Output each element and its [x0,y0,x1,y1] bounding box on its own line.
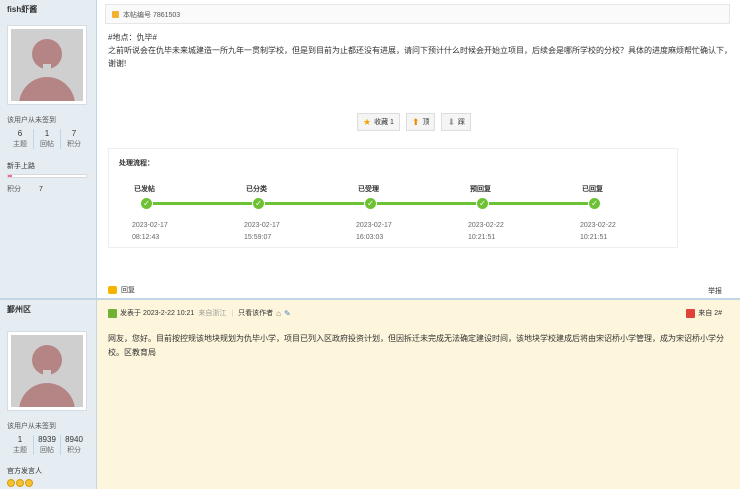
medal-icon[interactable] [16,479,24,487]
reply-button[interactable]: 回复 [108,285,135,295]
upvote-button[interactable]: ⬆ 顶 [405,113,436,131]
signin-status: 该用户从未签到 [7,117,56,124]
signin-status: 该用户从未签到 [7,423,56,430]
thumbs-down-icon: ⬇ [447,116,456,127]
stat-points[interactable]: 8940 积分 [61,435,87,455]
author-score: 积分 7 [7,186,43,193]
post-main: 本帖编号 7861503 #地点：仇毕# 之前听说会在仇毕未来城建造一所九年一贯… [97,0,740,298]
check-icon: ✓ [588,197,601,210]
stat-topics[interactable]: 6 主题 [7,129,34,149]
check-icon: ✓ [364,197,377,210]
post-number-bar: 本帖编号 7861503 [105,4,730,24]
stat-topics[interactable]: 1 主题 [7,435,34,455]
wrench-icon[interactable]: ✎ [284,309,291,318]
floor-number[interactable]: 来自 2# [686,308,722,318]
post-meta: 发表于 2023-2-22 10:21 来自浙江 | 只看该作者 ⌂ ✎ [108,308,291,318]
lock-icon [112,11,119,18]
post-body: 之前听说会在仇毕未来城建造一所九年一贯制学校，但是到目前为止都还没有进展，请问下… [108,46,732,68]
post-date: 发表于 2023-2-22 10:21 [120,310,195,317]
thumbs-up-icon: ⬆ [411,116,420,127]
avatar[interactable] [7,331,87,411]
location-tag: #地点：仇毕# [108,33,157,42]
post-2: 鄞州区 该用户从未签到 1 主题 8939 回帖 8940 积分 发表于 202… [0,300,740,489]
post-actions: ★ 收藏 1 ⬆ 顶 ⬇ 踩 [357,113,472,131]
author-rank[interactable]: 新手上路 [7,161,35,171]
comment-icon [108,286,117,294]
author-sidebar: fish虾酱 该用户从未签到 6 主题 1 回帖 7 积分 新手上路 积分 7 [0,0,97,298]
check-icon: ✓ [252,197,265,210]
post-1: fish虾酱 该用户从未签到 6 主题 1 回帖 7 积分 新手上路 积分 7 本… [0,0,740,298]
avatar[interactable] [7,25,87,105]
flow-title: 处理流程： [119,160,154,167]
badge-icon [686,308,696,318]
user-icon [108,308,117,318]
process-flow: 处理流程： 已发帖 ✓ 2023-02-17 08:12:43 已分类 ✓ 202… [108,148,678,248]
flow-step: 预回复 ✓ 2023-02-22 10:21:51 [468,186,504,241]
report-link[interactable]: 举报 [708,286,722,296]
post-main: 发表于 2023-2-22 10:21 来自浙江 | 只看该作者 ⌂ ✎ 来自 … [97,300,740,489]
medals [7,479,33,487]
star-icon: ★ [363,116,372,127]
downvote-button[interactable]: ⬇ 踩 [441,113,472,131]
favorite-button[interactable]: ★ 收藏 1 [357,113,400,131]
flow-step: 已受理 ✓ 2023-02-17 16:03:03 [356,186,392,241]
stat-points[interactable]: 7 积分 [61,129,87,149]
stat-replies[interactable]: 1 回帖 [34,129,61,149]
medal-icon[interactable] [25,479,33,487]
author-role: 官方发言人 [7,468,42,475]
medal-icon[interactable] [7,479,15,487]
only-author-link[interactable]: 只看该作者 [238,308,273,318]
author-name[interactable]: 鄞州区 [7,304,31,315]
stat-replies[interactable]: 8939 回帖 [34,435,61,455]
flow-step: 已分类 ✓ 2023-02-17 15:59:07 [244,186,280,241]
author-stats: 6 主题 1 回帖 7 积分 [7,129,87,149]
check-icon: ✓ [476,197,489,210]
post-origin: 来自浙江 [198,310,227,317]
author-stats: 1 主题 8939 回帖 8940 积分 [7,435,87,455]
check-icon: ✓ [140,197,153,210]
home-icon[interactable]: ⌂ [276,309,281,318]
author-sidebar: 鄞州区 该用户从未签到 1 主题 8939 回帖 8940 积分 [0,300,97,489]
author-name[interactable]: fish虾酱 [7,4,37,15]
reply-body: 网友，您好。目前按控规该地块规划为仇毕小学，项目已列入区政府投资计划，但因拆迁未… [108,334,724,357]
rank-progress-bar [7,174,87,178]
flow-step: 已发帖 ✓ 2023-02-17 08:12:43 [132,186,168,241]
flow-step: 已回复 ✓ 2023-02-22 10:21:51 [580,186,616,241]
